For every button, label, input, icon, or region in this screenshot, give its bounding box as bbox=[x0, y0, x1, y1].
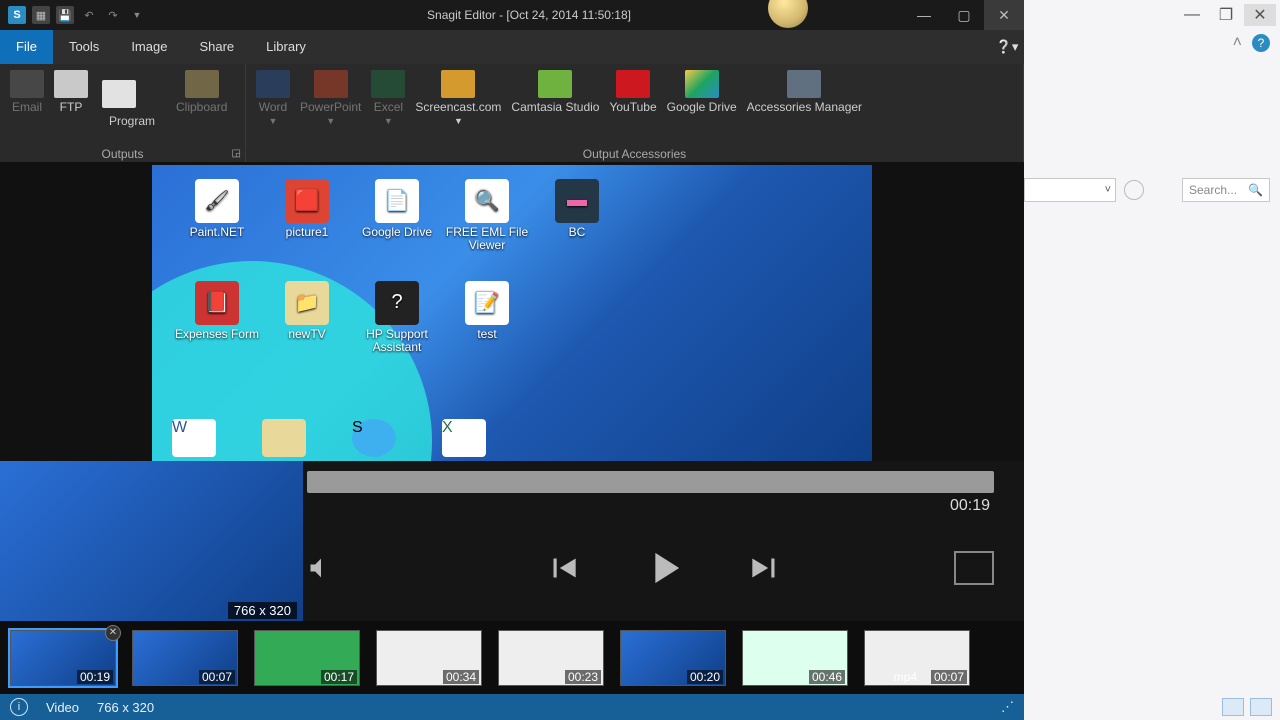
menu-share[interactable]: Share bbox=[183, 30, 250, 64]
tray-item[interactable]: 00:07 bbox=[132, 630, 238, 686]
tray-item[interactable]: 00:34 bbox=[376, 630, 482, 686]
group-outputs-label: Outputs bbox=[0, 147, 245, 161]
app-icon: S bbox=[8, 6, 26, 24]
canvas-area: 🖌Paint.NET 🟥picture1 📄Google Drive 🔍FREE… bbox=[0, 163, 1024, 621]
view-grid-button[interactable] bbox=[1250, 698, 1272, 716]
win-minimize-button[interactable]: — bbox=[1176, 4, 1208, 26]
menu-image[interactable]: Image bbox=[115, 30, 183, 64]
redo-icon[interactable]: ↷ bbox=[104, 6, 122, 24]
outputs-launcher-icon[interactable]: ◲ bbox=[232, 148, 241, 159]
win-restore-button[interactable]: ❐ bbox=[1210, 4, 1242, 26]
tray-item[interactable]: 00:20 bbox=[620, 630, 726, 686]
qat-dropdown-icon[interactable]: ▼ bbox=[128, 6, 146, 24]
desktop-icon: 📕Expenses Form bbox=[172, 281, 262, 377]
desktop-icon: 🟥picture1 bbox=[262, 179, 352, 275]
output-email[interactable]: Email bbox=[8, 68, 46, 130]
win-close-button[interactable]: ✕ bbox=[1244, 4, 1276, 26]
tray-item[interactable]: 00:46 bbox=[742, 630, 848, 686]
output-youtube[interactable]: YouTube bbox=[607, 68, 658, 129]
quick-toolbar: S ▦ 💾 ↶ ↷ ▼ bbox=[0, 6, 154, 24]
video-preview: 🖌Paint.NET 🟥picture1 📄Google Drive 🔍FREE… bbox=[152, 165, 872, 461]
capture-frame-button[interactable] bbox=[954, 551, 994, 585]
view-list-button[interactable] bbox=[1222, 698, 1244, 716]
tray-item[interactable]: 00:23 bbox=[498, 630, 604, 686]
status-type: Video bbox=[46, 700, 79, 715]
status-dimensions: 766 x 320 bbox=[97, 700, 154, 715]
desktop-icon: ?HP Support Assistant bbox=[352, 281, 442, 377]
new-capture-icon[interactable]: ▦ bbox=[32, 6, 50, 24]
desktop-icon: 📁newTV bbox=[262, 281, 352, 377]
thumbnail-pane: 766 x 320 bbox=[0, 461, 303, 621]
cursor-halo bbox=[768, 0, 808, 28]
tray-close-icon[interactable]: ✕ bbox=[105, 625, 121, 641]
chevron-up-icon[interactable]: ˄ bbox=[1233, 34, 1242, 52]
output-screencast[interactable]: Screencast.com▼ bbox=[413, 68, 503, 129]
ribbon: Email FTP Program Clipboard Outputs ◲ Wo… bbox=[0, 64, 1024, 163]
output-powerpoint[interactable]: PowerPoint▼ bbox=[298, 68, 363, 129]
close-button[interactable]: ✕ bbox=[984, 0, 1024, 30]
menu-tools[interactable]: Tools bbox=[53, 30, 115, 64]
resize-grip-icon[interactable]: ⋰ bbox=[1001, 699, 1014, 715]
desktop-icon: 📝test bbox=[442, 281, 532, 377]
time-label: 00:19 bbox=[303, 497, 1024, 515]
capture-tray: ✕00:19 00:07 00:17 00:34 00:23 00:20 00:… bbox=[0, 621, 1024, 694]
menu-file[interactable]: File bbox=[0, 30, 53, 64]
play-button[interactable] bbox=[638, 542, 690, 594]
output-program[interactable]: Program bbox=[96, 68, 168, 130]
output-clipboard[interactable]: Clipboard bbox=[174, 68, 229, 130]
right-window: — ❐ ✕ ˄ ? ˅ Search...🔍 bbox=[1024, 0, 1280, 720]
tray-item[interactable]: 00:17 bbox=[254, 630, 360, 686]
menu-library[interactable]: Library bbox=[250, 30, 322, 64]
output-camtasia[interactable]: Camtasia Studio bbox=[509, 68, 601, 129]
desktop-icon: 🔍FREE EML File Viewer bbox=[442, 179, 532, 275]
player-bar: 766 x 320 00:19 bbox=[0, 461, 1024, 621]
status-bar: i Video 766 x 320 ⋰ bbox=[0, 694, 1024, 720]
output-ftp[interactable]: FTP bbox=[52, 68, 90, 130]
output-word[interactable]: Word▼ bbox=[254, 68, 292, 129]
search-input[interactable]: Search...🔍 bbox=[1182, 178, 1270, 202]
search-icon: 🔍 bbox=[1248, 183, 1263, 197]
refresh-icon[interactable] bbox=[1124, 180, 1144, 200]
help-dropdown-icon[interactable]: ❔▾ bbox=[990, 30, 1024, 64]
titlebar: S ▦ 💾 ↶ ↷ ▼ Snagit Editor - [Oct 24, 201… bbox=[0, 0, 1024, 30]
next-frame-button[interactable] bbox=[746, 549, 784, 587]
volume-icon[interactable] bbox=[307, 554, 335, 582]
save-icon[interactable]: 💾 bbox=[56, 6, 74, 24]
desktop-icon: ▬BC bbox=[532, 179, 622, 275]
info-icon[interactable]: i bbox=[10, 698, 28, 716]
undo-icon[interactable]: ↶ bbox=[80, 6, 98, 24]
menu-bar: File Tools Image Share Library ❔▾ bbox=[0, 30, 1024, 64]
thumb-dimensions: 766 x 320 bbox=[228, 602, 297, 619]
group-accessories-label: Output Accessories bbox=[246, 147, 1023, 161]
output-excel[interactable]: Excel▼ bbox=[369, 68, 407, 129]
tray-item[interactable]: ✕00:19 bbox=[10, 630, 116, 686]
accessories-manager[interactable]: Accessories Manager bbox=[745, 68, 864, 129]
desktop-icon: 📄Google Drive bbox=[352, 179, 442, 275]
prev-frame-button[interactable] bbox=[544, 549, 582, 587]
help-icon[interactable]: ? bbox=[1252, 34, 1270, 52]
minimize-button[interactable]: — bbox=[904, 0, 944, 30]
tray-item[interactable]: mp400:07 bbox=[864, 630, 970, 686]
output-google-drive[interactable]: Google Drive bbox=[665, 68, 739, 129]
maximize-button[interactable]: ▢ bbox=[944, 0, 984, 30]
progress-bar[interactable] bbox=[307, 471, 994, 493]
filter-dropdown[interactable]: ˅ bbox=[1024, 178, 1116, 202]
desktop-icon: 🖌Paint.NET bbox=[172, 179, 262, 275]
